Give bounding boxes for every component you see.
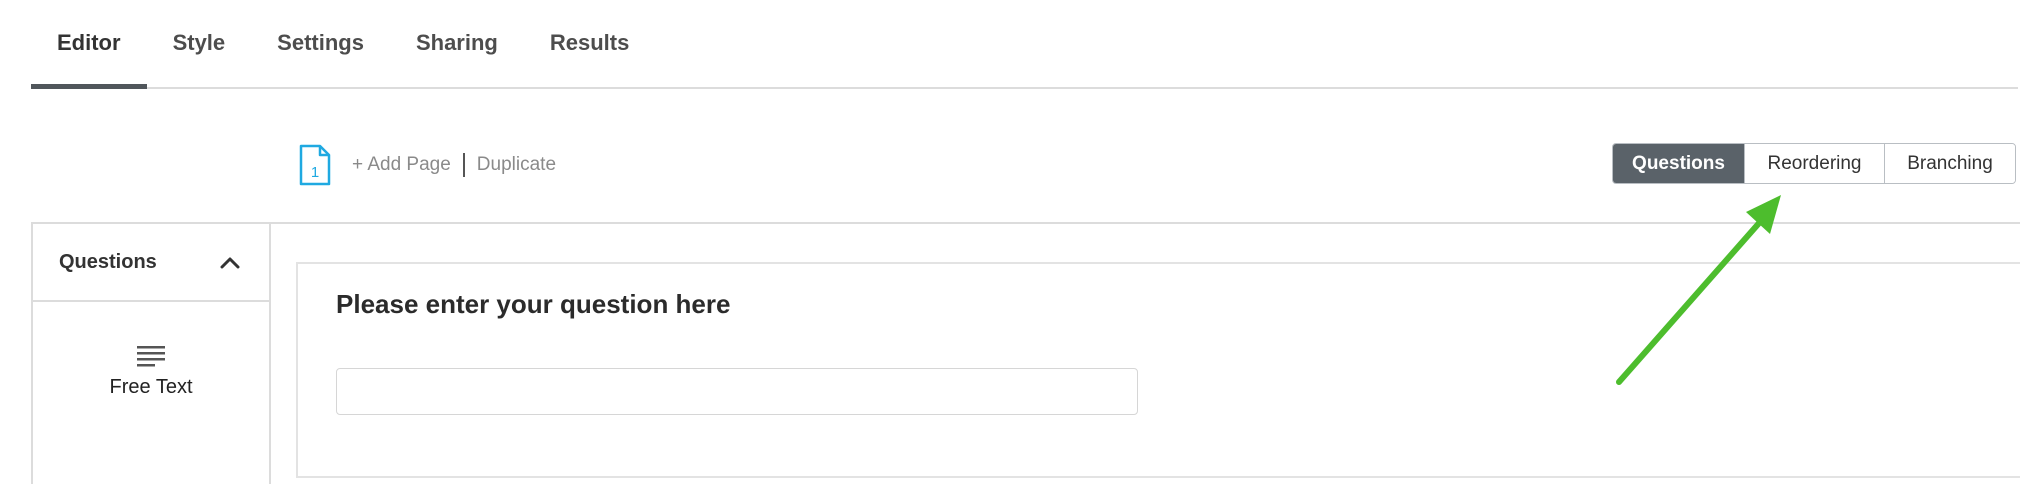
page-number: 1 xyxy=(311,164,319,181)
question-card: Please enter your question here xyxy=(296,262,2020,478)
duplicate-button[interactable]: Duplicate xyxy=(477,154,556,176)
tab-settings[interactable]: Settings xyxy=(251,0,390,87)
tab-results[interactable]: Results xyxy=(524,0,655,87)
sidebar-title: Questions xyxy=(59,250,157,273)
tab-sharing[interactable]: Sharing xyxy=(390,0,524,87)
question-type-free-text[interactable]: Free Text xyxy=(33,344,269,399)
questions-mode-button[interactable]: Questions xyxy=(1613,144,1744,183)
page-document-icon[interactable]: 1 xyxy=(298,144,332,186)
tab-style[interactable]: Style xyxy=(147,0,252,87)
toolbar-divider xyxy=(270,222,2020,224)
editor-page: Editor Style Settings Sharing Results 1 … xyxy=(0,0,2040,484)
question-title[interactable]: Please enter your question here xyxy=(336,289,730,320)
question-type-label: Free Text xyxy=(109,376,193,398)
branching-mode-button[interactable]: Branching xyxy=(1884,144,2015,183)
add-page-button[interactable]: + Add Page xyxy=(352,154,451,176)
tab-editor[interactable]: Editor xyxy=(31,0,147,89)
chevron-up-icon[interactable] xyxy=(219,255,241,269)
top-tabs: Editor Style Settings Sharing Results xyxy=(31,0,2018,89)
text-lines-icon xyxy=(137,346,165,367)
sidebar-header[interactable]: Questions xyxy=(33,224,269,302)
action-separator xyxy=(462,153,465,177)
page-actions: + Add Page Duplicate xyxy=(352,150,556,180)
reordering-mode-button[interactable]: Reordering xyxy=(1744,144,1884,183)
question-types-sidebar: Questions Free Text xyxy=(31,222,271,484)
view-mode-switcher: Questions Reordering Branching xyxy=(1612,143,2016,184)
answer-input[interactable] xyxy=(336,368,1138,415)
